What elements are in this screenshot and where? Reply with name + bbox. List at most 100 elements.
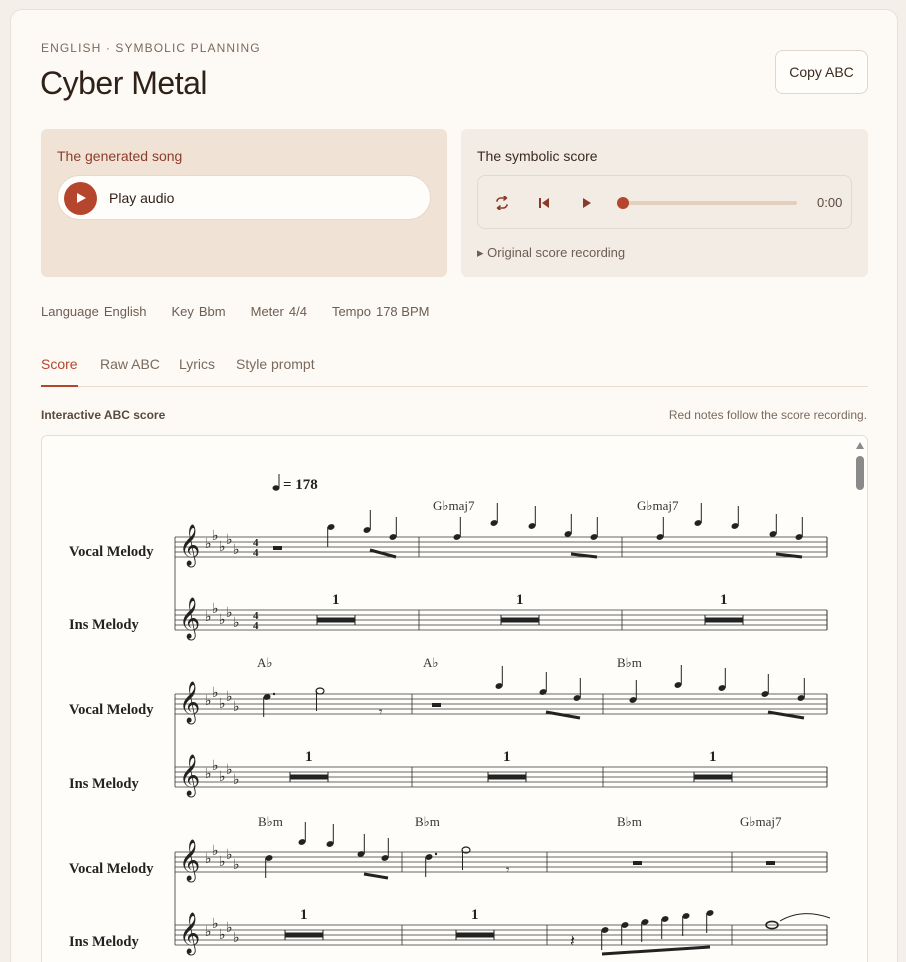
multi-measure-rest [705,617,743,623]
chord-symbol: B♭m [617,814,642,829]
flat-sign: ♭ [219,928,226,943]
loop-icon[interactable] [490,191,514,215]
chord-symbol: B♭m [415,814,440,829]
flat-sign: ♭ [219,697,226,712]
tempo-mark: = 178 [283,477,318,493]
generated-song-panel: The generated song Play audio [41,129,447,277]
treble-clef: 𝄞 [179,754,200,797]
meta-label: Key [171,304,194,319]
flat-sign: ♭ [219,855,226,870]
score-progress-thumb[interactable] [617,197,629,209]
tab-style-prompt[interactable]: Style prompt [236,356,315,372]
scroll-thumb[interactable] [856,456,864,490]
score-scrollbar[interactable] [855,440,865,962]
generated-song-heading: The generated song [57,148,183,164]
page-title: Cyber Metal [40,65,208,101]
treble-clef: 𝄞 [179,681,200,724]
voice-label-vocal: Vocal Melody [69,702,154,718]
voice-label-ins: Ins Melody [69,617,139,633]
note-beam [570,552,598,559]
flat-sign: ♭ [212,686,219,701]
rest-count: 1 [332,592,340,608]
play-icon [64,182,97,215]
play-audio-button[interactable]: Play audio [57,175,431,220]
tab-score[interactable]: Score [41,356,78,387]
meta-value: 178 BPM [375,304,430,319]
flat-sign: ♭ [233,773,240,788]
tie [779,913,831,922]
treble-clef: 𝄞 [179,839,200,882]
chord-symbol: B♭m [617,655,642,670]
eighth-rest: 𝄾 [506,862,510,877]
chord-symbol: G♭maj7 [740,814,782,829]
multi-measure-rest [501,617,539,623]
whole-rest [432,703,441,707]
flat-sign: ♭ [219,613,226,628]
flat-sign: ♭ [233,858,240,873]
chord-symbol: A♭ [257,655,273,670]
meta-language: Language English [41,304,151,319]
page-eyebrow: ENGLISH · SYMBOLIC PLANNING [41,41,261,55]
music-notation: = 178𝄞 ♭♭♭ ♭♭𝄞 ♭♭♭ ♭♭Vocal MelodyIns Melody4… [69,474,831,956]
multi-measure-rest [488,774,526,780]
flat-sign: ♭ [226,690,233,705]
flat-sign: ♭ [205,610,212,625]
multi-measure-rest [285,932,323,938]
flat-sign: ♭ [205,537,212,552]
rest-count: 1 [300,907,308,923]
note-beam [767,710,805,720]
note-beam [775,552,803,559]
flat-sign: ♭ [212,844,219,859]
voice-label-ins: Ins Melody [69,776,139,792]
voice-label-vocal: Vocal Melody [69,544,154,560]
score-progress-track[interactable] [617,197,797,209]
flat-sign: ♭ [212,759,219,774]
eighth-rest: 𝄾 [379,704,383,719]
tempo-note-head [272,485,280,491]
whole-rest [766,861,775,865]
note-beam [369,548,397,559]
dot [434,852,438,856]
flat-sign: ♭ [233,616,240,631]
voice-label-vocal: Vocal Melody [69,861,154,877]
flat-sign: ♭ [205,694,212,709]
meta-label: Meter [250,304,284,319]
flat-sign: ♭ [219,540,226,555]
scroll-up-icon[interactable] [856,442,864,449]
note-beam [363,872,389,880]
flat-sign: ♭ [205,767,212,782]
flat-sign: ♭ [226,606,233,621]
dot [272,692,276,696]
whole-rest [273,546,282,550]
half-note-head [315,687,325,695]
rest-count: 1 [516,592,524,608]
whole-rest [633,861,642,865]
song-metadata: Language English Key Bbm Meter 4/4 Tempo 178… [41,304,434,319]
flat-sign: ♭ [226,533,233,548]
rest-count: 1 [305,749,313,765]
tab-bar: Score Raw ABC Lyrics Style prompt [41,356,868,387]
rest-count: 1 [503,749,511,765]
meta-tempo: Tempo 178 BPM [332,304,435,319]
score-play-icon[interactable] [575,191,599,215]
quarter-rest: 𝄽 [570,933,575,950]
time-sig-denominator: 4 [253,620,259,632]
flat-sign: ♭ [226,763,233,778]
abc-score-viewer[interactable]: = 178 𝄞 ♭ ♭ ♭ ♭ ♭ 𝄞 ♭ ♭ ♭ ♭ ♭ Vocal Melody Ins Melody 4… [41,435,868,962]
multi-measure-rest [290,774,328,780]
multi-measure-rest [317,617,355,623]
chord-symbol: G♭maj7 [433,498,475,513]
copy-abc-button[interactable]: Copy ABC [775,50,868,94]
flat-sign: ♭ [212,917,219,932]
treble-clef: 𝄞 [179,597,200,640]
original-recording-toggle[interactable]: ▸ Original score recording [477,245,625,261]
meta-value: Bbm [198,304,226,319]
note-beam [545,710,581,720]
tab-lyrics[interactable]: Lyrics [179,356,215,372]
multi-measure-rest [694,774,732,780]
app-card: ENGLISH · SYMBOLIC PLANNING Cyber Metal … [10,9,898,962]
skip-back-icon[interactable] [532,191,556,215]
flat-sign: ♭ [212,529,219,544]
tab-raw-abc[interactable]: Raw ABC [100,356,160,372]
treble-clef: 𝄞 [179,524,200,567]
